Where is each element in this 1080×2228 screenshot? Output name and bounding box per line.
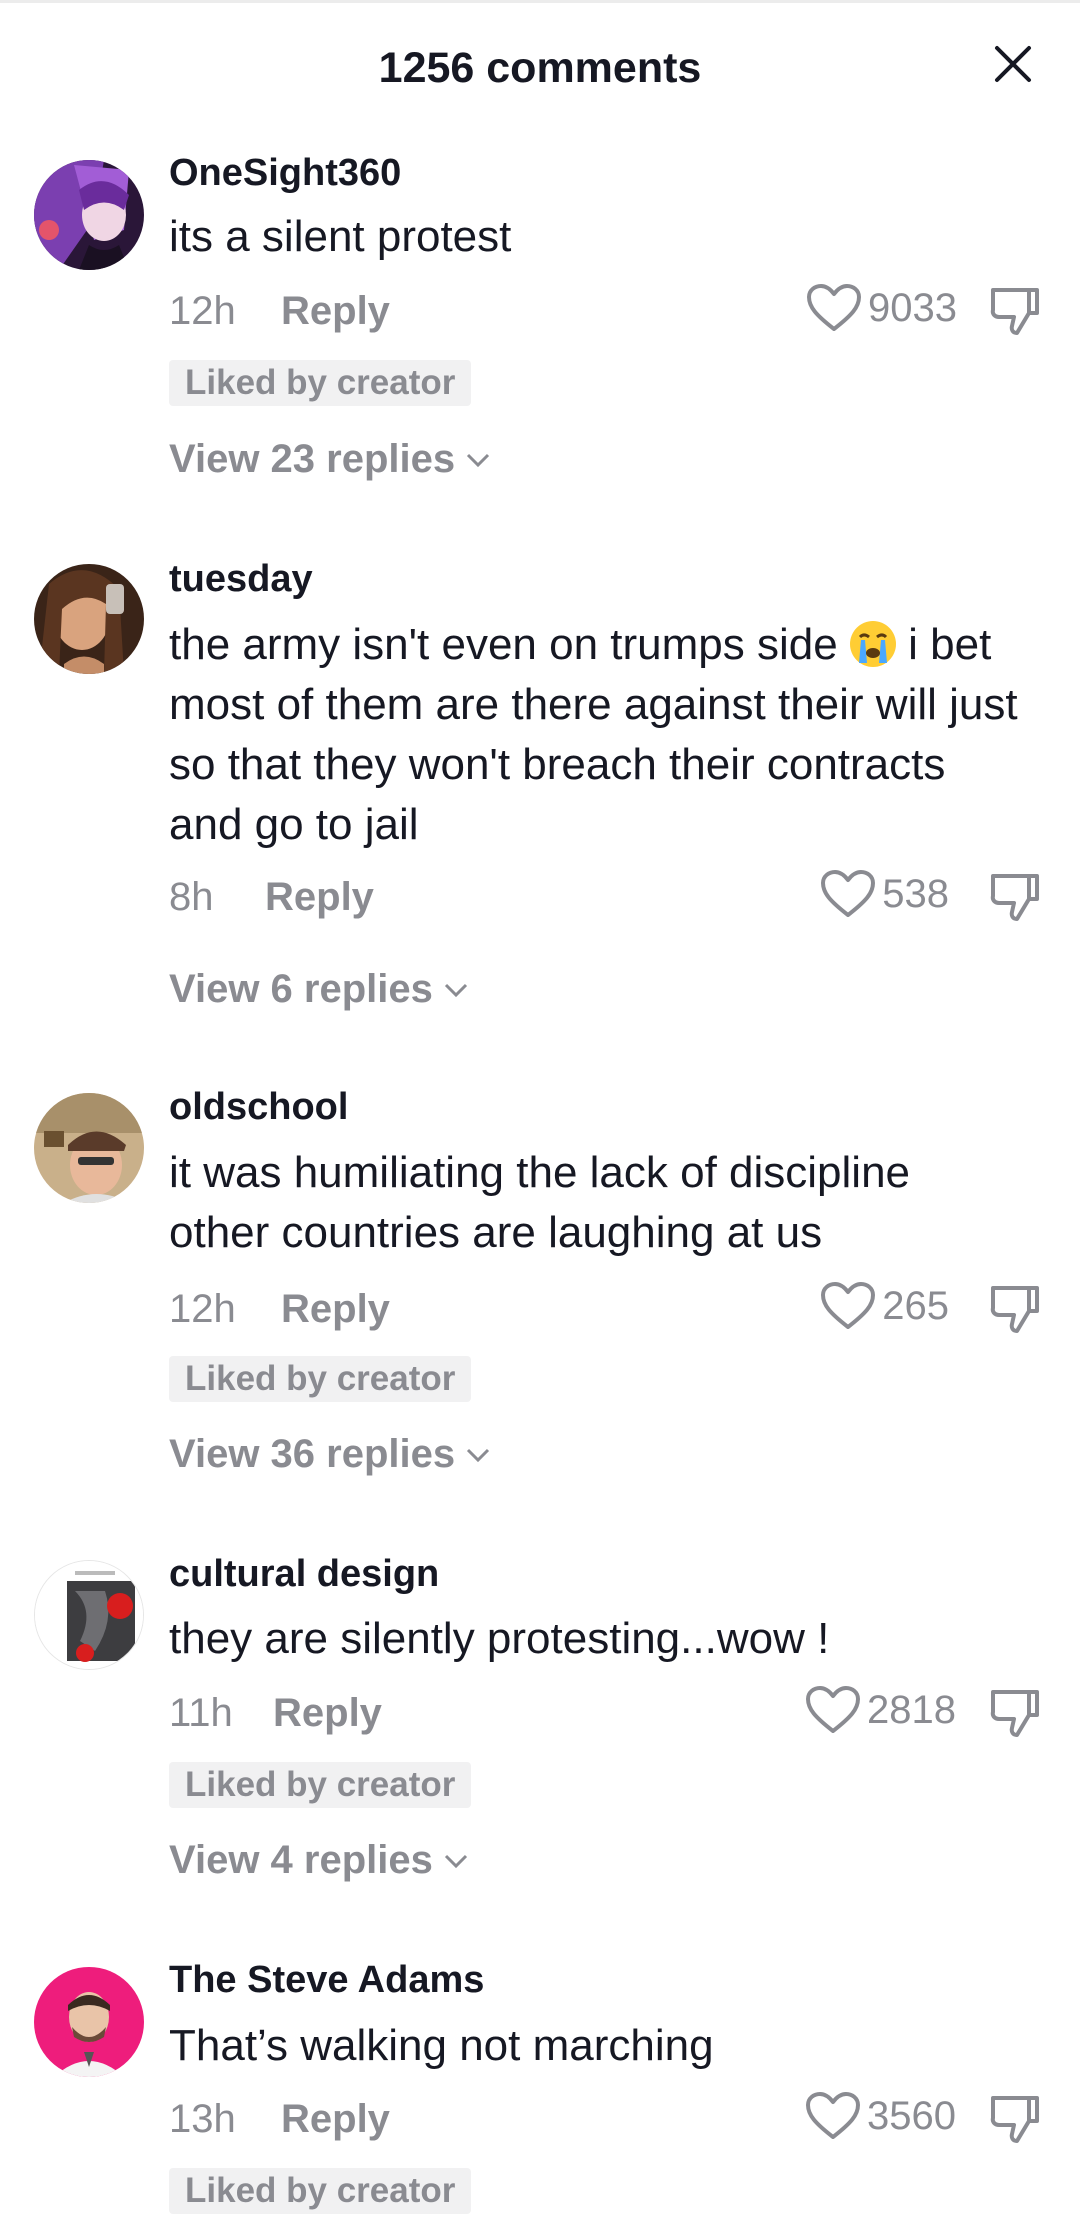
dislike-button[interactable]: [988, 1686, 1042, 1740]
comment-time: 8h: [169, 875, 214, 919]
reply-button[interactable]: Reply: [265, 875, 374, 920]
avatar[interactable]: [34, 1560, 144, 1670]
avatar[interactable]: [34, 1093, 144, 1203]
heart-outline-icon: [806, 2092, 861, 2139]
comments-count-title: 1256 comments: [378, 44, 702, 92]
reply-button[interactable]: Reply: [281, 2097, 390, 2142]
like-button[interactable]: 538: [820, 869, 949, 919]
comment-username[interactable]: OneSight360: [169, 152, 401, 195]
chevron-down-icon: [467, 1448, 490, 1462]
thumbs-down-icon: [990, 288, 1039, 335]
heart-outline-icon: [821, 1282, 876, 1329]
like-button[interactable]: 9033: [806, 283, 957, 333]
reply-button[interactable]: Reply: [273, 1691, 382, 1736]
comment-text: it was humiliating the lack of disciplin…: [169, 1148, 911, 1257]
heart-outline-icon: [806, 1686, 861, 1733]
heart-outline-icon: [807, 284, 862, 331]
thumbs-down-icon: [990, 2096, 1039, 2143]
comment-username[interactable]: cultural design: [169, 1553, 439, 1596]
close-button[interactable]: [985, 36, 1041, 92]
liked-by-creator-badge: Liked by creator: [169, 1356, 472, 1402]
dislike-button[interactable]: [988, 1282, 1042, 1336]
dislike-button[interactable]: [988, 284, 1042, 338]
view-replies-label: View 23 replies: [169, 437, 456, 481]
reply-button[interactable]: Reply: [281, 1287, 390, 1332]
liked-by-creator-badge: Liked by creator: [169, 1762, 472, 1808]
dislike-button[interactable]: [988, 2092, 1042, 2146]
liked-by-creator-badge: Liked by creator: [169, 2168, 472, 2214]
like-count: 538: [882, 871, 949, 916]
comment-username[interactable]: The Steve Adams: [169, 1959, 484, 2002]
view-replies-label: View 4 replies: [169, 1838, 433, 1882]
loudly-crying-face-icon: [849, 621, 896, 667]
avatar[interactable]: [34, 564, 144, 674]
comment-text-part: the army isn't even on trumps side: [169, 620, 850, 669]
chevron-down-icon: [444, 983, 467, 997]
comment-text: they are silently protesting...wow !: [169, 1614, 830, 1663]
view-replies-button[interactable]: View 4 replies: [169, 1838, 469, 1883]
comment-username[interactable]: tuesday: [169, 558, 313, 601]
close-icon: [995, 46, 1031, 82]
like-button[interactable]: 3560: [805, 2091, 956, 2141]
comment-time: 12h: [169, 289, 236, 333]
like-button[interactable]: 2818: [805, 1685, 956, 1735]
view-replies-button[interactable]: View 6 replies: [169, 967, 469, 1012]
view-replies-label: View 6 replies: [169, 967, 433, 1011]
like-count: 9033: [868, 285, 957, 330]
view-replies-button[interactable]: View 23 replies: [169, 437, 491, 482]
reply-button[interactable]: Reply: [281, 289, 390, 334]
liked-by-creator-badge: Liked by creator: [169, 360, 472, 406]
comment-text: the army isn't even on trumps side i bet…: [169, 615, 1019, 855]
heart-outline-icon: [821, 870, 876, 917]
comment-time: 12h: [169, 1287, 236, 1331]
thumbs-down-icon: [990, 1286, 1039, 1333]
comments-header: 1256 comments: [0, 0, 1080, 140]
view-replies-button[interactable]: View 36 replies: [169, 1432, 491, 1477]
comment-text: its a silent protest: [169, 212, 512, 261]
avatar[interactable]: [34, 160, 144, 270]
comment-text: That’s walking not marching: [169, 2021, 714, 2070]
like-button[interactable]: 265: [820, 1281, 949, 1331]
thumbs-down-icon: [990, 874, 1039, 921]
comment-time: 11h: [169, 1691, 233, 1735]
chevron-down-icon: [444, 1854, 467, 1868]
avatar[interactable]: [34, 1967, 144, 2077]
view-replies-label: View 36 replies: [169, 1432, 456, 1476]
like-count: 2818: [867, 1687, 956, 1732]
comment-username[interactable]: oldschool: [169, 1086, 348, 1129]
comment-time: 13h: [169, 2097, 236, 2141]
like-count: 265: [882, 1283, 949, 1328]
chevron-down-icon: [467, 453, 490, 467]
thumbs-down-icon: [990, 1690, 1039, 1737]
like-count: 3560: [867, 2093, 956, 2138]
dislike-button[interactable]: [988, 870, 1042, 924]
